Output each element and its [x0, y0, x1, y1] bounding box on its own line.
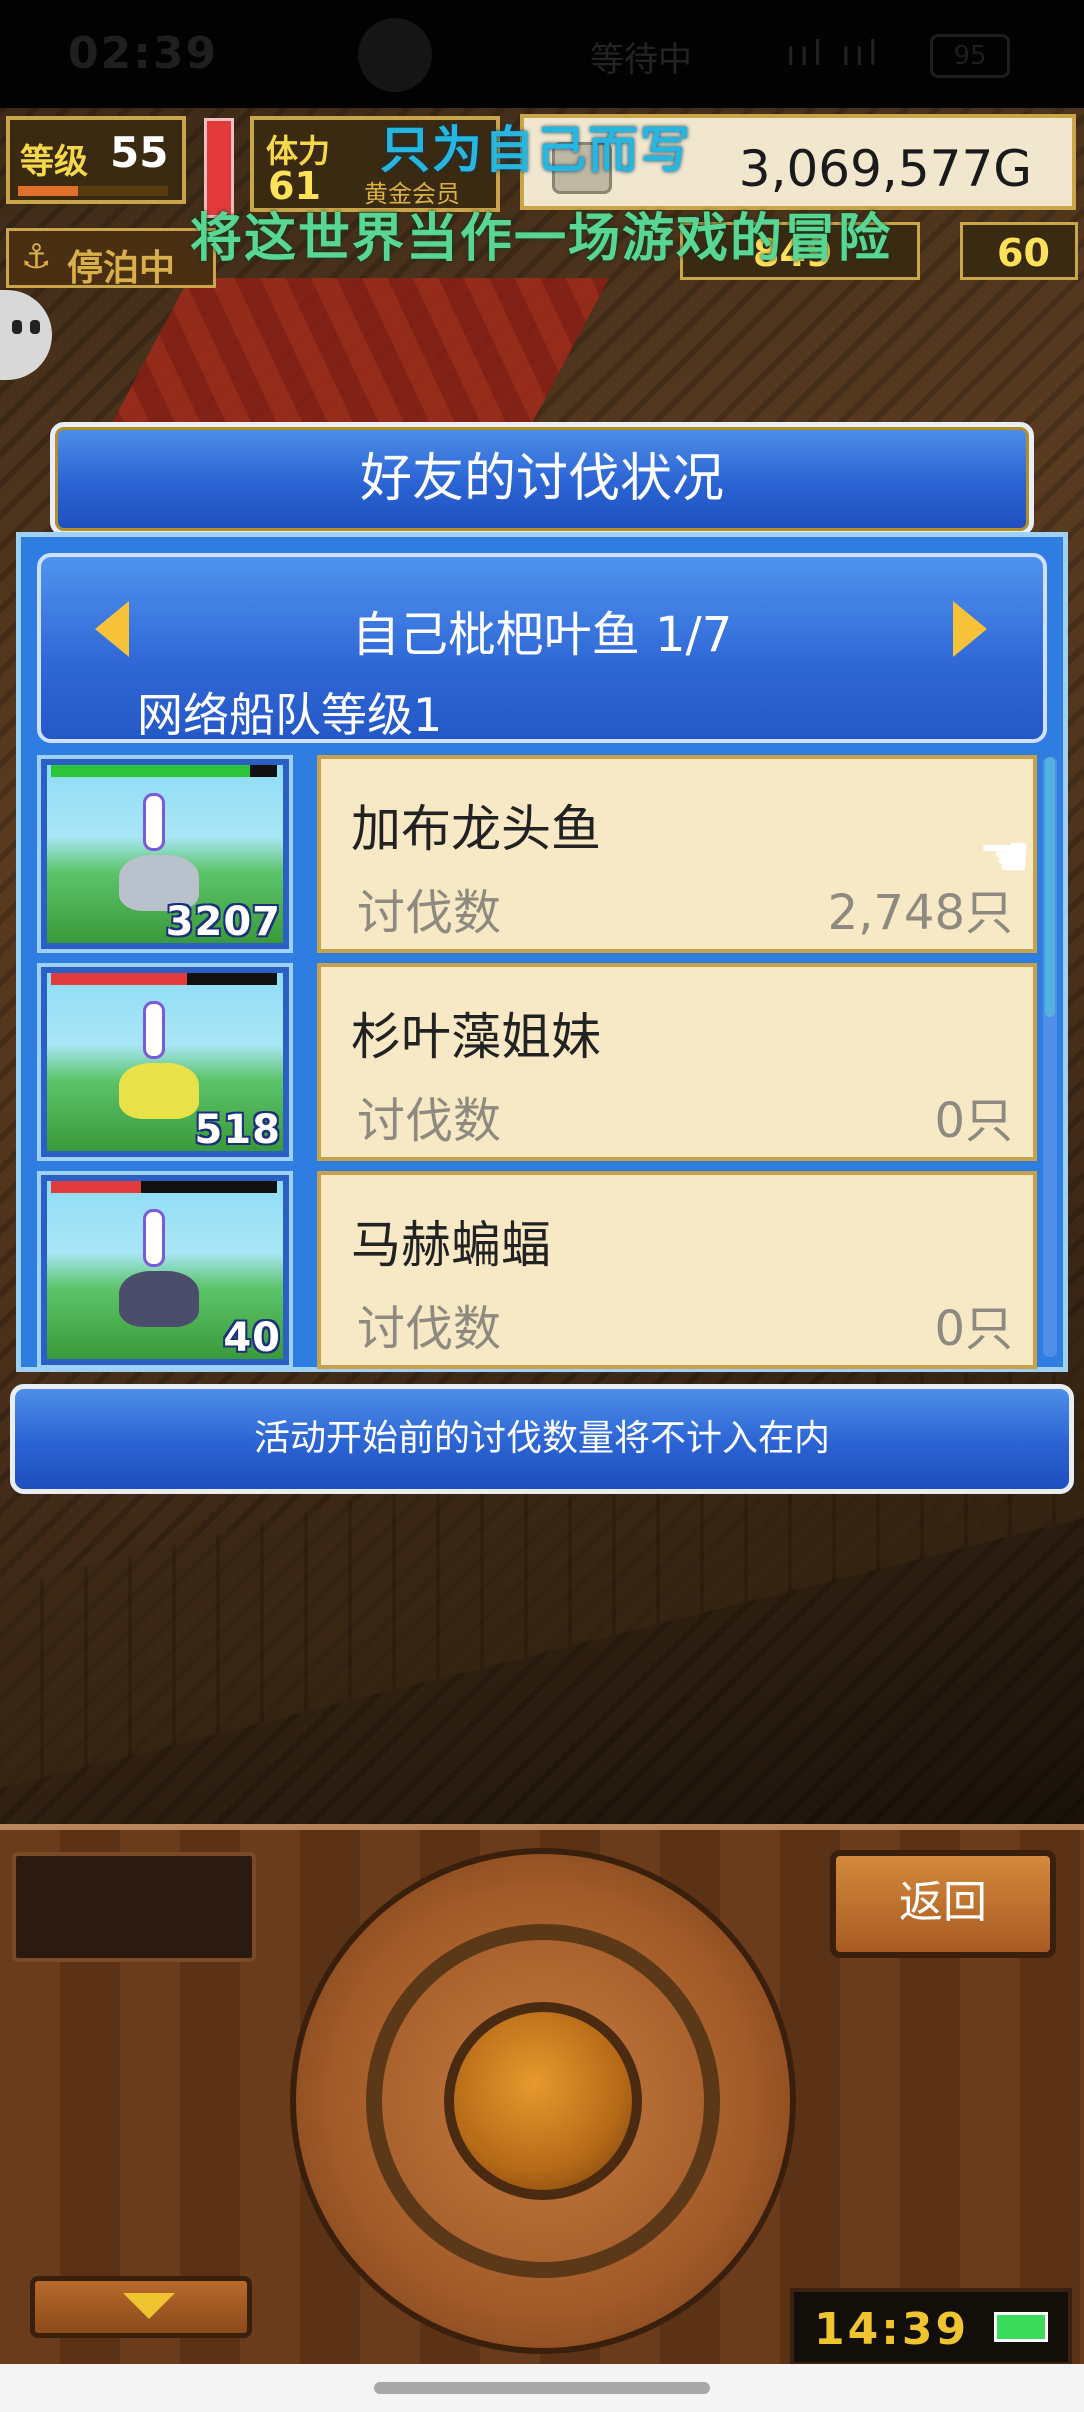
controller-console: 返回 14:39	[0, 1824, 1084, 2370]
kill-value: 0只	[934, 1093, 1013, 1149]
friend-hunt-panel: 自己枇杷叶鱼 1/7 网络船队等级1 3207 加布龙头鱼 讨伐数 2,748只…	[16, 532, 1068, 1372]
game-clock-time: 14:39	[814, 2304, 970, 2355]
signal-icon: ııl ııl	[786, 34, 882, 74]
kill-label: 讨伐数	[357, 1093, 502, 1149]
chevron-down-icon	[123, 2293, 175, 2319]
monster-card[interactable]: 杉叶藻姐妹 讨伐数 0只	[317, 963, 1037, 1161]
friend-header: 自己枇杷叶鱼 1/7 网络船队等级1	[37, 553, 1047, 743]
footer-note: 活动开始前的讨伐数量将不计入在内	[10, 1384, 1074, 1494]
fleet-level: 网络船队等级1	[137, 688, 443, 742]
pointer-hand-icon: ☚	[978, 822, 1032, 892]
anchor-icon: ⚓	[21, 237, 52, 277]
overlay-caption-1: 只为自己而写	[380, 121, 692, 179]
status-center-text: 等待中	[590, 40, 692, 80]
home-indicator[interactable]	[0, 2364, 1084, 2412]
alert-icon	[143, 1001, 165, 1059]
level-value: 55	[110, 128, 169, 177]
monster-hp-bar	[51, 1181, 277, 1193]
anchor-label: 停泊中	[67, 248, 176, 289]
kill-label: 讨伐数	[357, 885, 502, 941]
right-counter: 60	[960, 222, 1078, 280]
gold-value: 3,069,577G	[738, 140, 1032, 198]
monster-thumbnail: 40	[37, 1171, 293, 1369]
level-label: 等级	[20, 142, 88, 182]
status-time: 02:39	[68, 28, 219, 79]
next-friend-arrow-icon[interactable]	[953, 601, 987, 657]
level-panel: 等级 55	[6, 116, 186, 204]
kill-label: 讨伐数	[357, 1301, 502, 1357]
monster-thumbnail: 3207	[37, 755, 293, 953]
battery-icon	[994, 2312, 1048, 2342]
menu-down-button[interactable]	[30, 2276, 252, 2338]
monster-count: 40	[223, 1315, 281, 1361]
monster-hp-bar	[51, 765, 277, 777]
bat-monster-icon	[119, 1271, 199, 1327]
monster-thumbnail: 518	[37, 963, 293, 1161]
seaweed-monster-icon	[119, 1063, 199, 1119]
right-counter-value: 60	[997, 231, 1050, 275]
panel-title: 好友的讨伐状况	[50, 422, 1034, 536]
exp-bar	[18, 186, 168, 196]
scrollbar[interactable]	[1043, 757, 1057, 1357]
dpad[interactable]	[290, 1848, 796, 2354]
monster-name: 杉叶藻姐妹	[351, 1008, 601, 1066]
dpad-center-button[interactable]	[444, 2002, 642, 2200]
status-camera-icon	[358, 18, 432, 92]
monster-count: 3207	[165, 899, 281, 945]
monster-card[interactable]: 加布龙头鱼 讨伐数 2,748只	[317, 755, 1037, 953]
list-item[interactable]: 3207 加布龙头鱼 讨伐数 2,748只	[37, 755, 1047, 953]
anchor-status[interactable]: ⚓ 停泊中	[6, 228, 216, 289]
friend-name: 自己枇杷叶鱼 1/7	[351, 607, 733, 663]
monster-count: 518	[194, 1107, 281, 1153]
game-clock: 14:39	[790, 2288, 1072, 2366]
overlay-caption-2: 将这世界当作一场游戏的冒险	[190, 209, 893, 269]
monster-card[interactable]: 马赫蝙蝠 讨伐数 0只	[317, 1171, 1037, 1369]
alert-icon	[143, 1209, 165, 1267]
status-bar: 02:39 等待中 ııl ııl 95	[0, 0, 1084, 108]
back-button[interactable]: 返回	[830, 1850, 1056, 1958]
monster-name: 加布龙头鱼	[351, 800, 601, 858]
kill-value: 0只	[934, 1301, 1013, 1357]
alert-icon	[143, 793, 165, 851]
monster-hp-bar	[51, 973, 277, 985]
mini-screen	[12, 1852, 256, 1962]
battery-icon: 95	[930, 34, 1010, 78]
list-item[interactable]: 40 马赫蝙蝠 讨伐数 0只	[37, 1171, 1047, 1369]
list-item[interactable]: 518 杉叶藻姐妹 讨伐数 0只	[37, 963, 1047, 1161]
scrollbar-thumb[interactable]	[1045, 757, 1055, 1017]
monster-name: 马赫蝙蝠	[351, 1216, 551, 1274]
